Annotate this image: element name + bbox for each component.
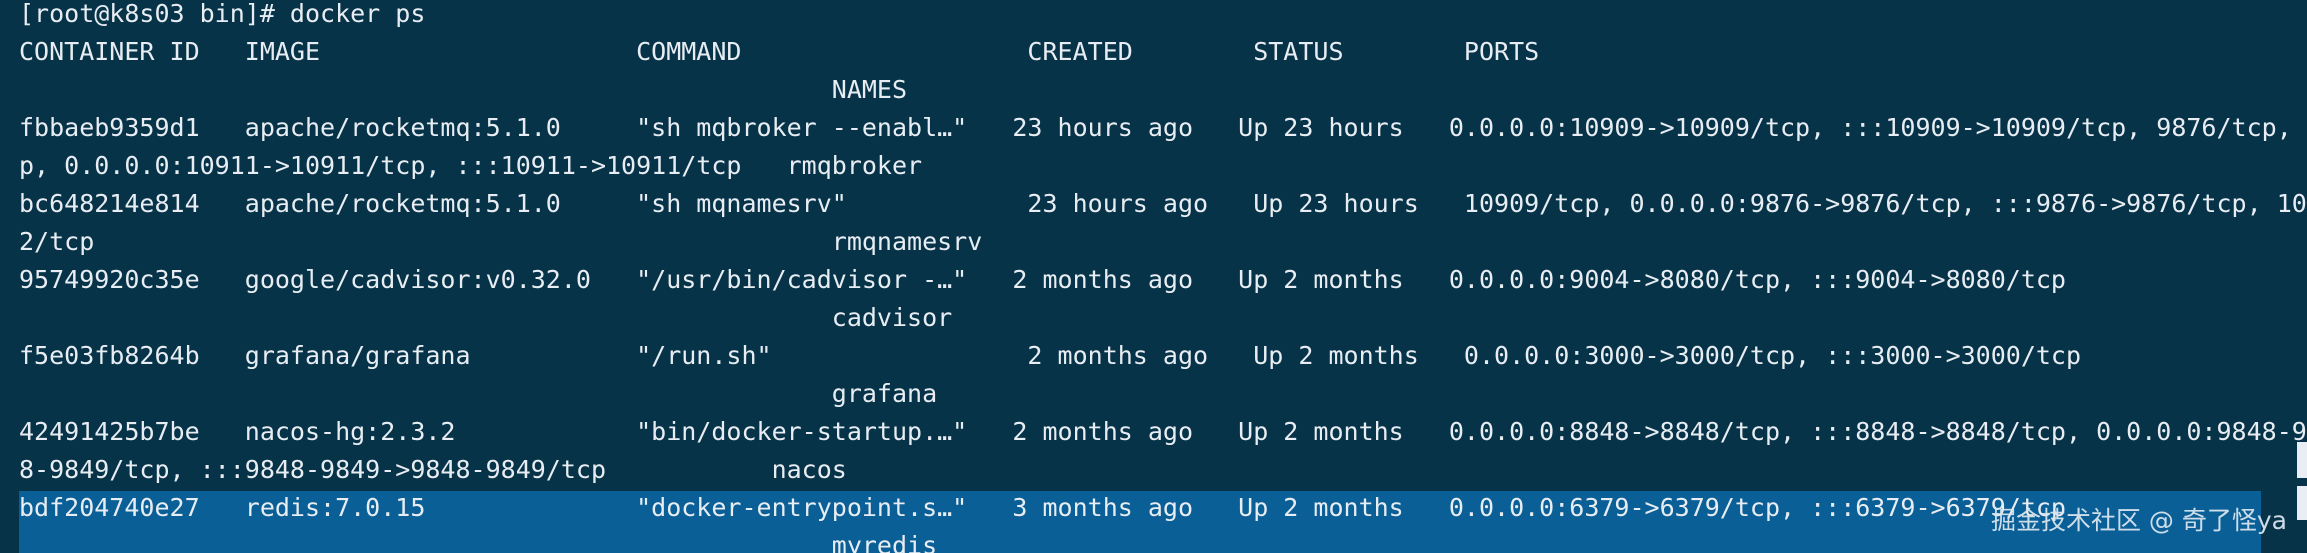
scrollbar-thumb-lower[interactable] [2297,486,2307,520]
table-row-4-line-2: grafana [19,379,938,408]
table-row-6-line-1: bdf204740e27 redis:7.0.15 "docker-entryp… [19,493,2066,522]
table-row-5-line-1: 42491425b7be nacos-hg:2.3.2 "bin/docker-… [19,417,2307,446]
table-row-4-line-1: f5e03fb8264b grafana/grafana "/run.sh" 2… [19,341,2082,370]
command-prompt: [root@k8s03 bin]# docker ps [19,0,426,28]
table-row-1-line-1: fbbaeb9359d1 apache/rocketmq:5.1.0 "sh m… [19,113,2307,142]
table-header-line-1: CONTAINER ID IMAGE COMMAND CREATED STATU… [19,37,1540,66]
scrollbar-thumb[interactable] [2297,442,2307,478]
table-row-2-line-2: 2/tcp rmqnamesrv [19,227,983,256]
table-row-5-line-2: 8-9849/tcp, :::9848-9849->9848-9849/tcp … [19,455,847,484]
table-row-1-line-2: p, 0.0.0.0:10911->10911/tcp, :::10911->1… [19,151,923,180]
watermark-text: 掘金技术社区 @ 奇了怪ya [1990,506,2287,535]
table-row-3-line-2: cadvisor [19,303,953,332]
table-header-line-2: NAMES [19,75,908,104]
terminal-window[interactable]: [root@k8s03 bin]# docker ps CONTAINER ID… [0,0,2307,553]
table-row-3-line-1: 95749920c35e google/cadvisor:v0.32.0 "/u… [19,265,2066,294]
table-row-2-line-1: bc648214e814 apache/rocketmq:5.1.0 "sh m… [19,189,2307,218]
table-row-6-line-2: myredis [19,531,938,553]
